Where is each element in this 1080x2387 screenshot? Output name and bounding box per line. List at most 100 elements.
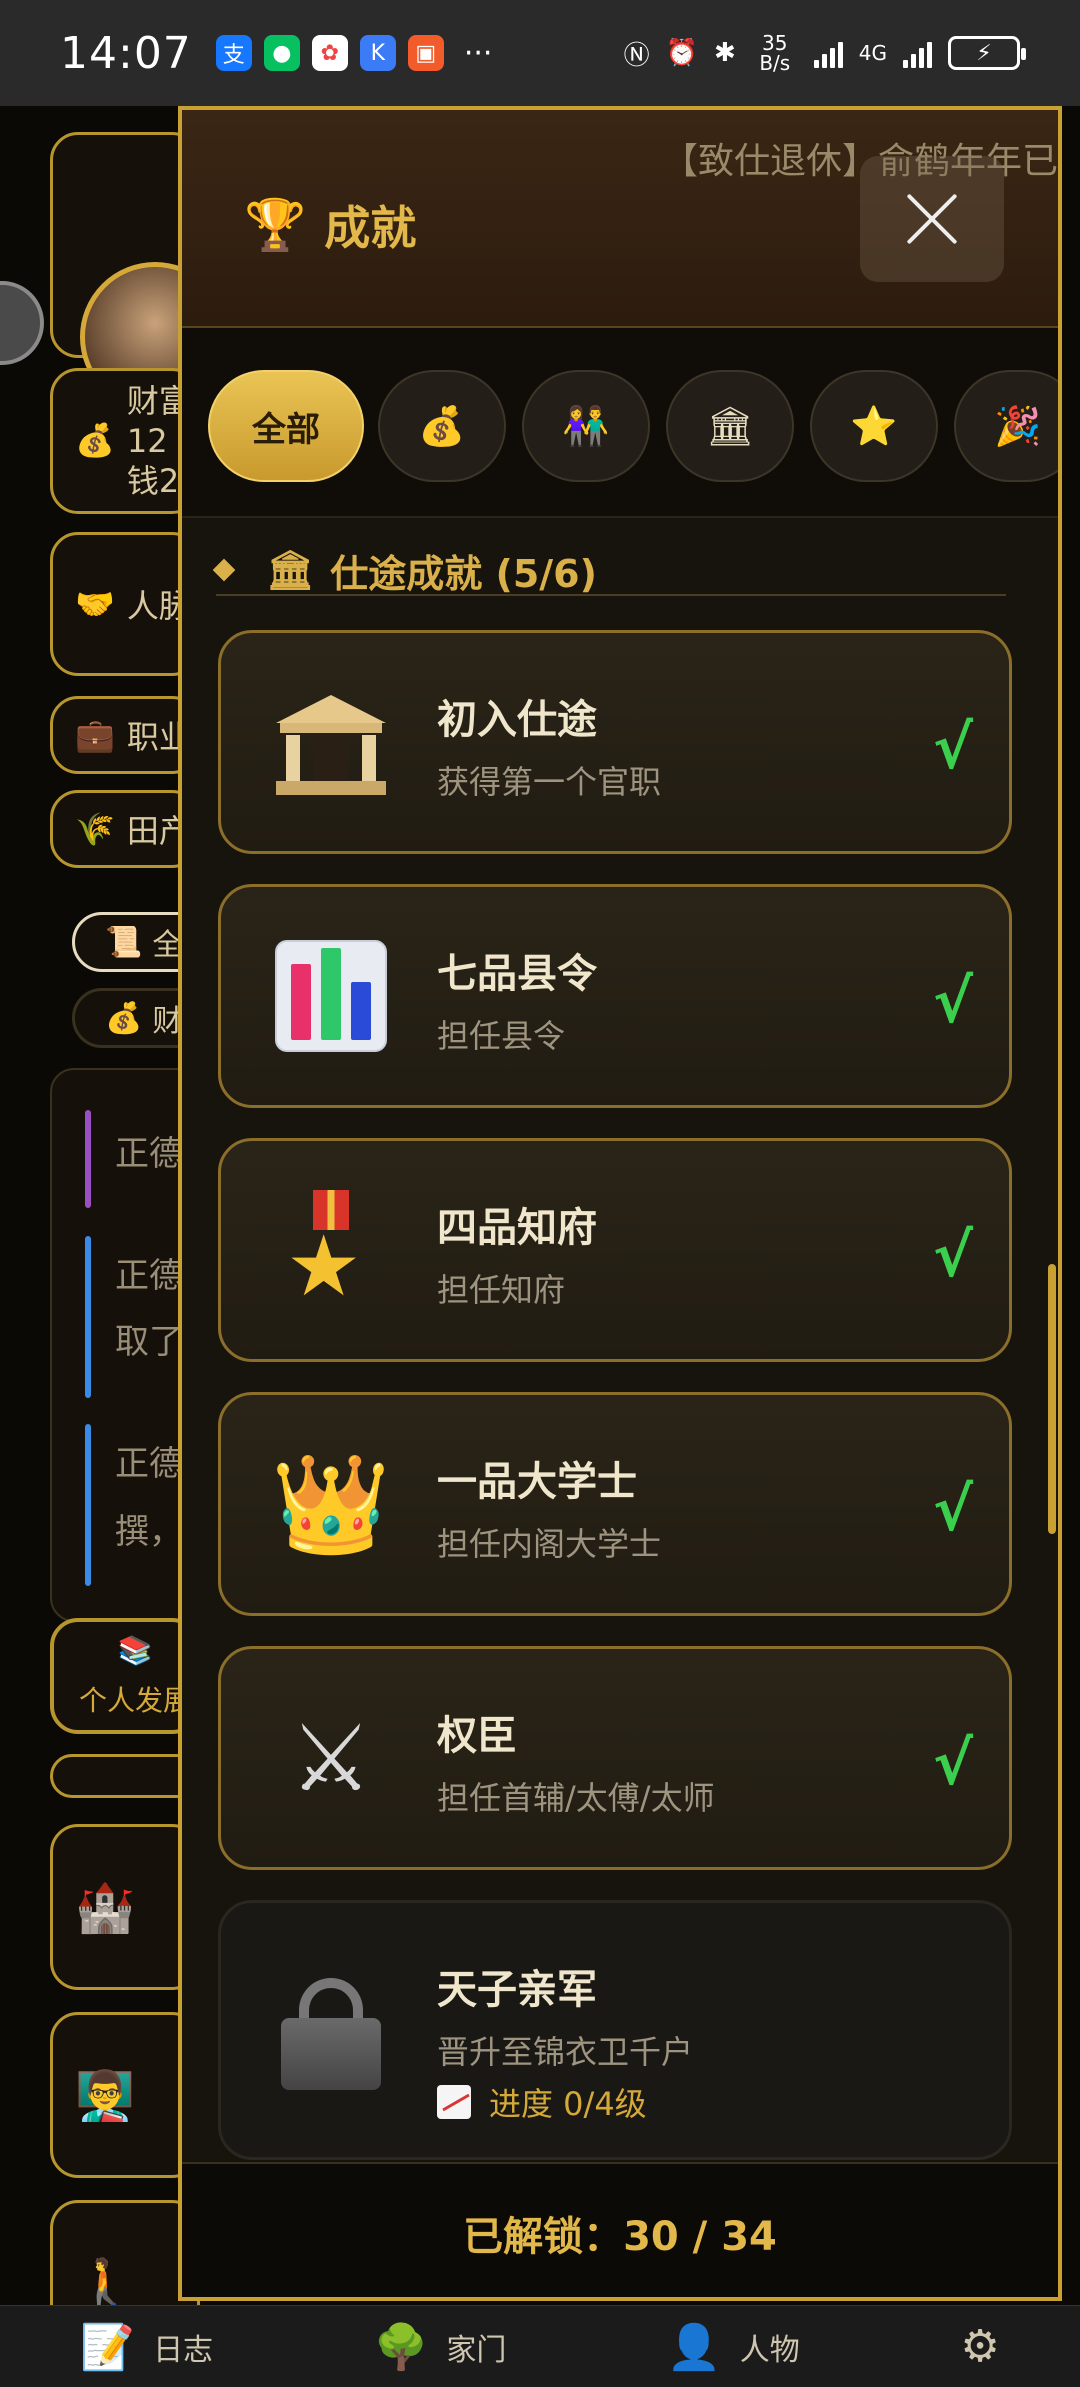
filter-events-button[interactable]: 🎉 — [954, 370, 1058, 482]
walking-person-icon: 🚶 — [75, 2255, 135, 2312]
achievement-title: 天子亲军 — [437, 1967, 597, 2013]
pause-button[interactable] — [0, 281, 44, 365]
status-time: 14:07 — [60, 27, 192, 79]
achievement-card[interactable]: 👑 一品大学士 担任内阁大学士 √ — [218, 1392, 1012, 1616]
filter-family-button[interactable]: 👫 — [522, 370, 650, 482]
rice-icon: 🌾 — [75, 810, 115, 848]
medal-icon: ★ — [271, 1190, 391, 1310]
achievement-desc: 担任首辅/太傅/太师 — [437, 1779, 715, 1817]
memo-icon: 📝 — [80, 2321, 136, 2373]
modal-title-text: 成就 — [324, 201, 417, 255]
net-speed: 35 B/s — [759, 31, 791, 75]
section-divider — [216, 594, 1006, 596]
status-bar: 14:07 支 ● ✿ K ▣ ··· Ⓝ ⏰ ✱ 35 B/s 4G ⚡ — [0, 0, 1080, 106]
orange-app-icon: ▣ — [407, 35, 444, 71]
money-bag-icon: 💰 — [105, 1000, 143, 1036]
k-app-icon: K — [359, 35, 396, 71]
trophy-icon: 🏆 — [244, 195, 307, 254]
books-icon: 📚 — [117, 1633, 153, 1667]
section-header: 🏛 仕途成就 (5/6) — [212, 518, 1058, 622]
log-entry-1: 正德 — [115, 1134, 183, 1174]
chart-increasing-icon — [437, 2085, 471, 2119]
nav-family[interactable]: 🌳 家门 — [374, 2321, 507, 2373]
gear-icon: ⚙ — [960, 2321, 1000, 2372]
nfc-icon: Ⓝ — [623, 40, 650, 71]
log-entry-3a: 正德 — [115, 1444, 183, 1484]
filter-all-button[interactable]: 全部 — [208, 370, 364, 482]
check-icon: √ — [932, 1221, 973, 1291]
battery-icon: ⚡ — [948, 36, 1026, 70]
achievement-card[interactable]: ★ 四品知府 担任知府 √ — [218, 1138, 1012, 1362]
handshake-icon: 🤝 — [75, 585, 115, 623]
achievement-card[interactable]: 七品县令 担任县令 √ — [218, 884, 1012, 1108]
cell-signal-icon — [903, 38, 932, 68]
net-type: 4G — [858, 41, 887, 65]
alipay-icon: 支 — [215, 35, 252, 71]
bottom-nav: 📝 日志 🌳 家门 👤 人物 ⚙ — [0, 2305, 1080, 2387]
progress-text: 进度 0/4级 — [489, 2085, 647, 2123]
achievement-progress: 进度 0/4级 — [437, 2079, 647, 2125]
nav-person[interactable]: 👤 人物 — [667, 2321, 800, 2373]
filter-special-button[interactable]: ⭐ — [810, 370, 938, 482]
achievement-title: 七品县令 — [437, 951, 597, 997]
log-marker-blue — [85, 1424, 91, 1586]
section-title: 仕途成就 (5/6) — [330, 551, 597, 596]
achievement-desc: 担任县令 — [437, 1017, 566, 1055]
check-icon: √ — [932, 1475, 973, 1545]
close-icon — [906, 193, 958, 245]
crossed-swords-icon: ⚔ — [289, 1704, 373, 1812]
achievement-card[interactable]: ⚔ 权臣 担任首辅/太傅/太师 √ — [218, 1646, 1012, 1870]
log-entry-3b: 撰， — [115, 1512, 183, 1552]
modal-header: 【致仕退休】俞鹤年年已七 🏆 成就 — [182, 110, 1058, 328]
castle-icon: 🏰 — [75, 1879, 135, 1936]
more-notifications-icon: ··· — [463, 35, 493, 71]
achievement-desc: 担任内阁大学士 — [437, 1525, 662, 1563]
log-entry-2b: 取了 — [115, 1322, 183, 1362]
achievement-title: 四品知府 — [437, 1205, 597, 1251]
classical-building-icon: 🏛 — [266, 547, 315, 592]
alarm-icon: ⏰ — [665, 38, 698, 68]
nav-person-label: 人物 — [739, 2332, 800, 2368]
filter-career-button[interactable]: 🏛 — [666, 370, 794, 482]
status-indicators: Ⓝ ⏰ ✱ 35 B/s 4G ⚡ — [623, 31, 1026, 75]
log-entry-2a: 正德 — [115, 1256, 183, 1296]
lock-icon — [271, 1970, 391, 2090]
tree-icon: 🌳 — [373, 2321, 429, 2373]
achievements-modal: 【致仕退休】俞鹤年年已七 🏆 成就 全部 💰 👫 🏛 ⭐ 🎉 🏛 仕途成就 (5… — [178, 106, 1062, 2301]
briefcase-icon: 💼 — [75, 716, 115, 754]
achievement-desc: 担任知府 — [437, 1271, 566, 1309]
status-app-icons: 支 ● ✿ K ▣ ··· — [215, 35, 493, 71]
nav-log-label: 日志 — [153, 2332, 214, 2368]
achievement-title: 权臣 — [437, 1713, 517, 1759]
close-button[interactable] — [860, 156, 1004, 282]
nav-settings[interactable]: ⚙ — [960, 2321, 999, 2372]
achievement-desc: 获得第一个官职 — [437, 763, 662, 801]
check-icon: √ — [932, 967, 973, 1037]
wechat-icon: ● — [263, 35, 300, 71]
person-icon: 👤 — [666, 2321, 722, 2373]
achievement-title: 初入仕途 — [437, 697, 597, 743]
personal-dev-label: 个人发展 — [78, 1683, 191, 1717]
log-marker-blue — [85, 1236, 91, 1398]
money-bag-icon: 💰 — [75, 421, 115, 459]
app-grid-icon: ✿ — [311, 35, 348, 71]
category-filters: 全部 💰 👫 🏛 ⭐ 🎉 — [182, 328, 1058, 518]
check-icon: √ — [932, 713, 973, 783]
achievement-desc: 晋升至锦衣卫千户 — [437, 2033, 694, 2071]
teacher-icon: 👨‍🏫 — [75, 2067, 135, 2124]
scroll-icon: 📜 — [105, 924, 143, 960]
achievement-card-locked[interactable]: 天子亲军 晋升至锦衣卫千户 进度 0/4级 — [218, 1900, 1012, 2160]
filter-wealth-button[interactable]: 💰 — [378, 370, 506, 482]
scrollbar[interactable] — [1048, 1264, 1056, 1534]
log-marker-purple — [85, 1110, 91, 1208]
crown-icon: 👑 — [271, 1447, 391, 1560]
nav-family-label: 家门 — [446, 2332, 507, 2368]
nav-log[interactable]: 📝 日志 — [80, 2321, 213, 2373]
bluetooth-icon: ✱ — [713, 38, 736, 68]
check-icon: √ — [932, 1729, 973, 1799]
achievement-card[interactable]: 初入仕途 获得第一个官职 √ — [218, 630, 1012, 854]
achievement-title: 一品大学士 — [437, 1459, 637, 1505]
unlocked-summary: 已解锁：30 / 34 — [182, 2162, 1058, 2297]
wifi-signal-icon — [813, 38, 843, 68]
modal-title: 🏆 成就 — [244, 192, 416, 258]
